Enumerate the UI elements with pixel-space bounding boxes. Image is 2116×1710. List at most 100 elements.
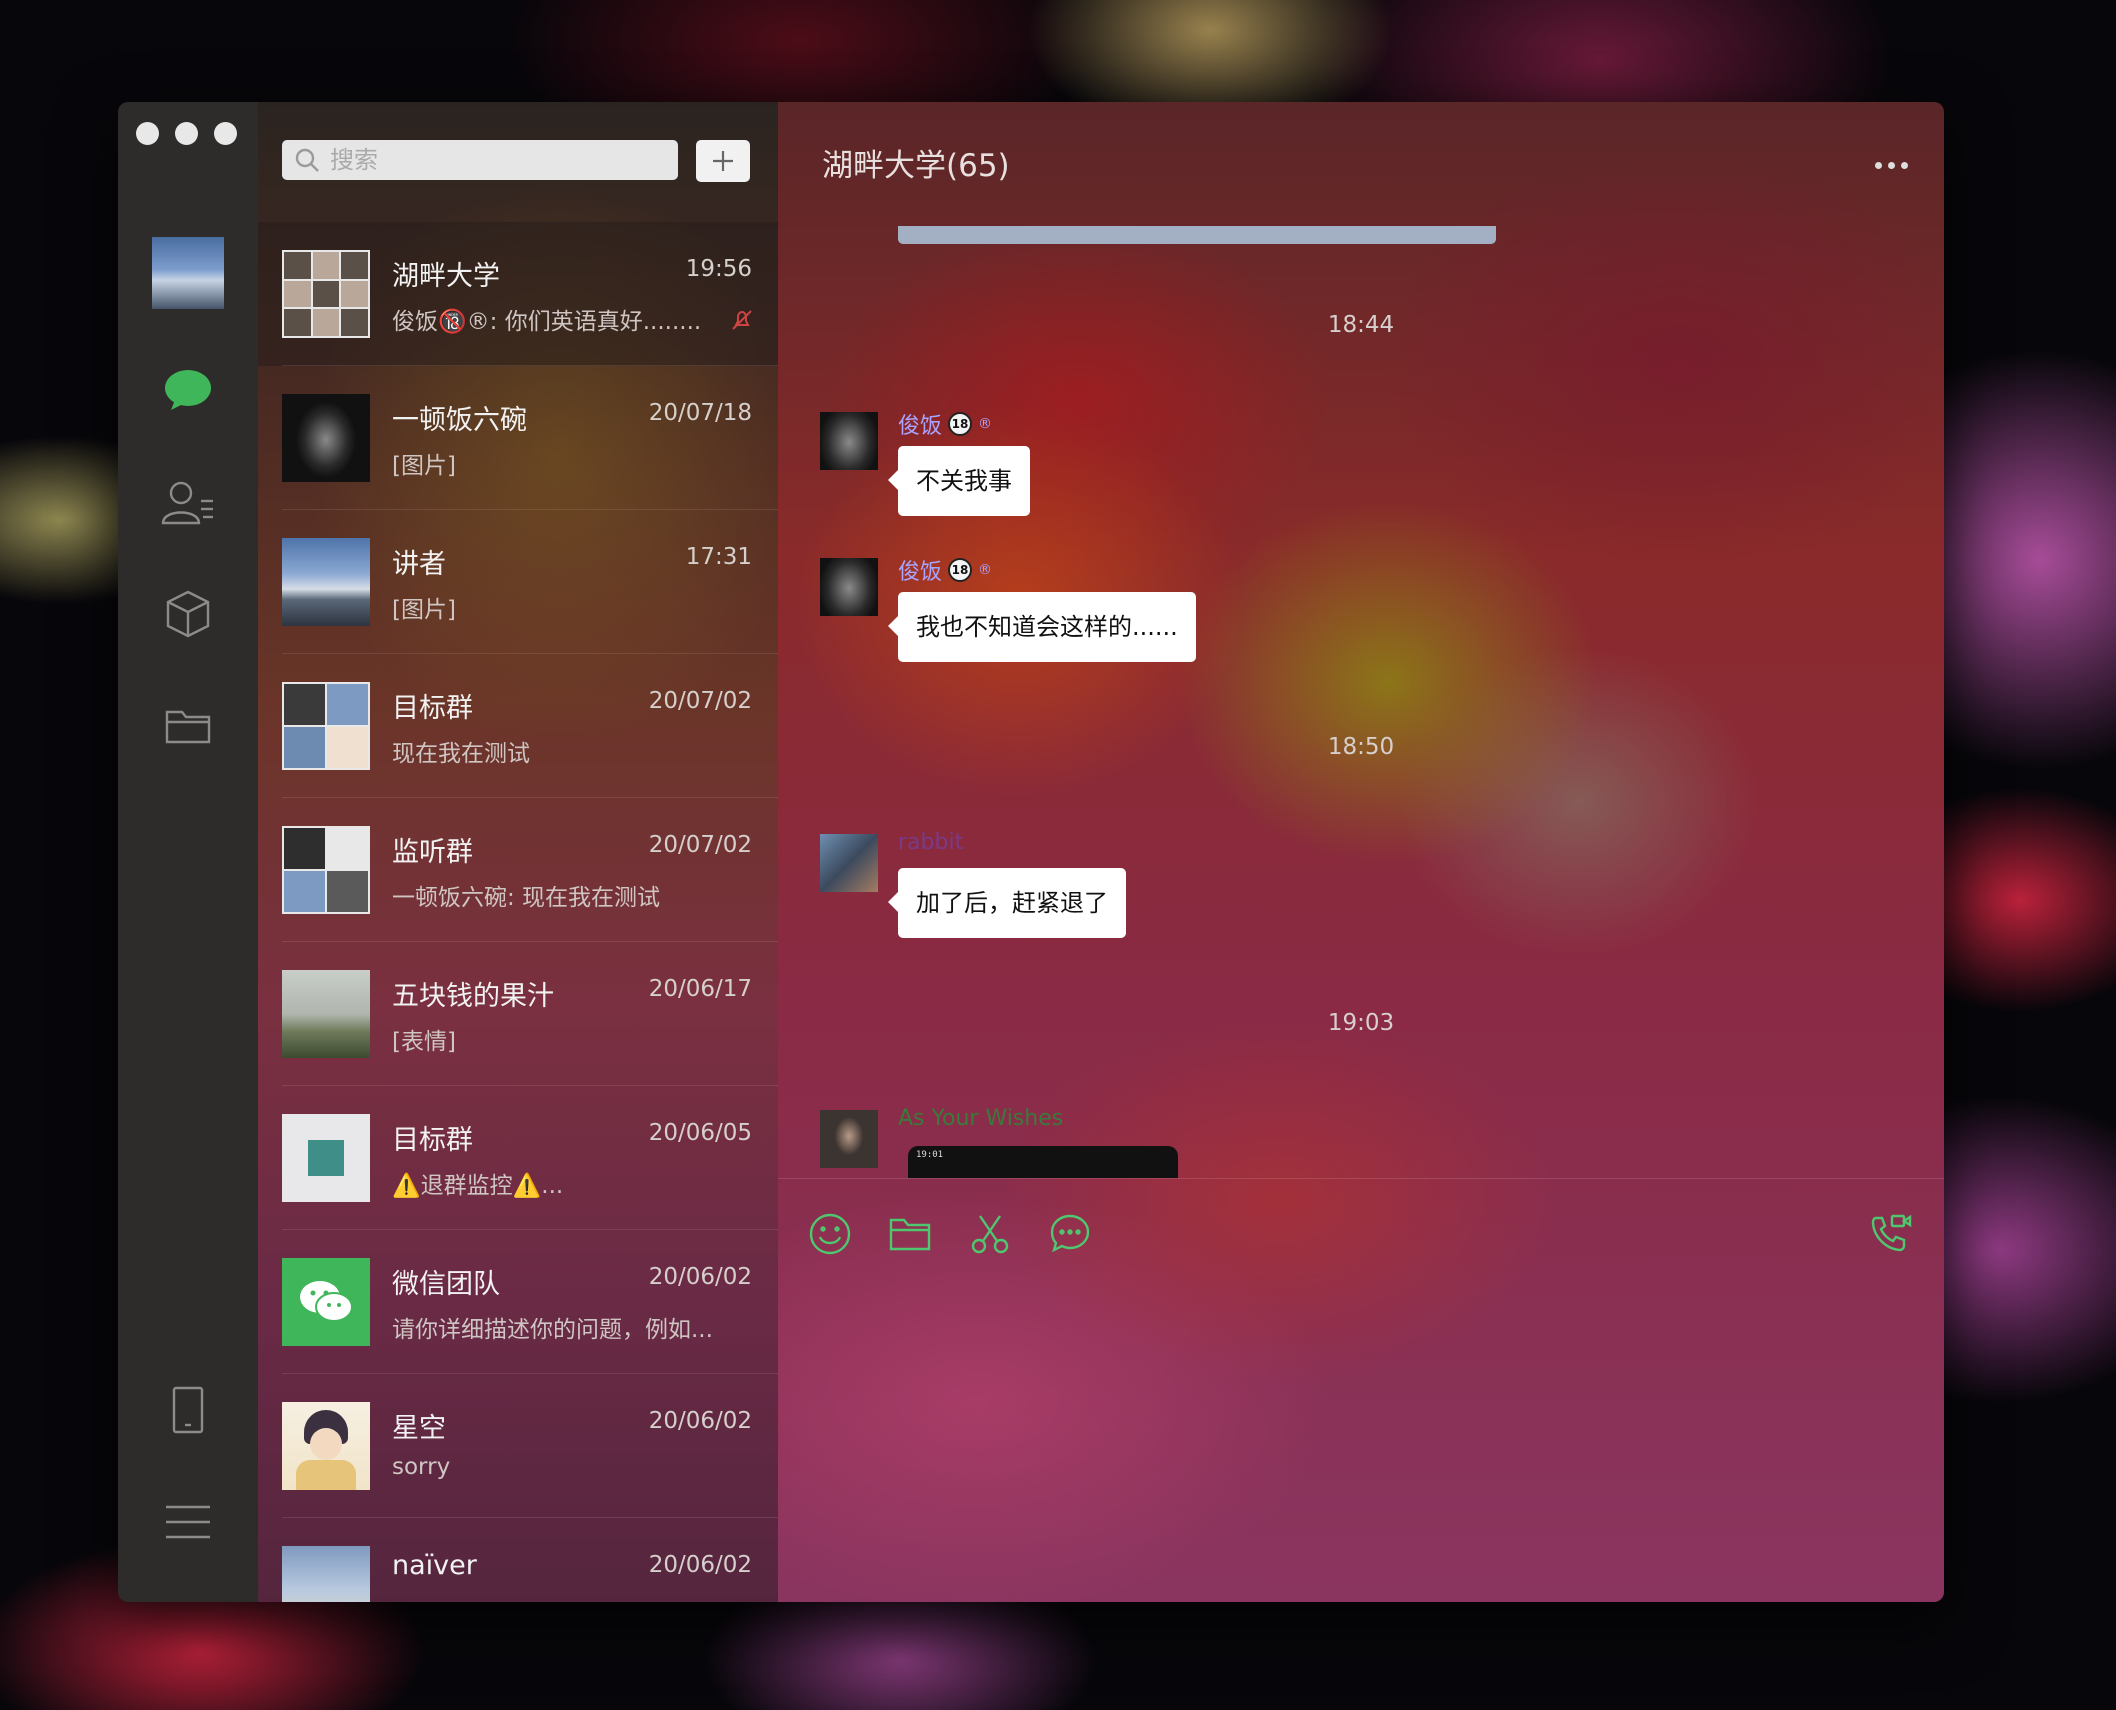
age-badge: 18 [948, 412, 973, 436]
nav-contacts[interactable] [118, 472, 258, 532]
call-button[interactable] [1868, 1212, 1912, 1256]
sender-name: rabbit [898, 830, 964, 855]
chat-item[interactable]: 星空 20/06/02 sorry [258, 1374, 778, 1518]
conversation-title: 湖畔大学(65) [822, 148, 1010, 184]
chat-time: 20/06/02 [648, 1408, 752, 1434]
chat-name: naïver [392, 1550, 477, 1581]
sender-avatar[interactable] [820, 1110, 878, 1168]
group-avatar [282, 682, 370, 770]
message-bubble[interactable]: 我也不知道会这样的...... [888, 592, 1196, 662]
nav-chats[interactable] [118, 360, 258, 420]
window-controls [136, 122, 237, 145]
chat-time: 20/07/02 [648, 832, 752, 858]
search-input[interactable] [328, 145, 652, 175]
chat-item[interactable]: 讲者 17:31 [图片] [258, 510, 778, 654]
search-icon [295, 148, 319, 172]
chat-item[interactable]: 一顿饭六碗 20/07/18 [图片] [258, 366, 778, 510]
chat-preview: [图片] [392, 453, 456, 479]
box-icon [166, 590, 210, 638]
chat-bubble-icon [1050, 1214, 1090, 1253]
contact-avatar [282, 970, 370, 1058]
registered-mark: ® [978, 416, 993, 432]
search-box[interactable] [282, 140, 678, 180]
chat-time: 20/06/02 [648, 1264, 752, 1290]
chat-time: 20/06/17 [648, 976, 752, 1002]
chat-item[interactable]: naïver 20/06/02 [258, 1518, 778, 1602]
minimize-window-button[interactable] [175, 122, 198, 145]
chat-name: 湖畔大学 [392, 261, 500, 292]
chat-time: 20/07/18 [648, 400, 752, 426]
timestamp: 18:50 [1327, 734, 1395, 760]
chat-name: 一顿饭六碗 [392, 405, 527, 436]
chat-time: 17:31 [685, 544, 752, 570]
nav-phone[interactable] [118, 1380, 258, 1440]
folder-icon [165, 710, 211, 744]
wechat-window: 湖畔大学 19:56 俊饭🔞®: 你们英语真好........ 一顿饭六碗 20… [118, 102, 1944, 1602]
contact-avatar [282, 538, 370, 626]
screenshot-button[interactable] [968, 1212, 1012, 1256]
sender-avatar[interactable] [820, 834, 878, 892]
chat-preview: 请你详细描述你的问题，例如... [392, 1317, 713, 1343]
chat-item[interactable]: 湖畔大学 19:56 俊饭🔞®: 你们英语真好........ [258, 222, 778, 366]
sender-avatar[interactable] [820, 558, 878, 616]
more-options-button[interactable] [1875, 162, 1908, 169]
chat-list: 湖畔大学 19:56 俊饭🔞®: 你们英语真好........ 一顿饭六碗 20… [258, 102, 778, 1602]
chat-preview: ⚠️退群监控⚠️... [392, 1173, 564, 1199]
chat-name: 监听群 [392, 837, 473, 868]
chat-time: 20/07/02 [648, 688, 752, 714]
age-badge: 18 [948, 558, 973, 582]
chat-time: 20/06/05 [648, 1120, 752, 1146]
add-button[interactable] [696, 140, 750, 182]
timestamp: 19:03 [1327, 1010, 1395, 1036]
chat-preview: [图片] [392, 597, 456, 623]
chat-name: 讲者 [392, 549, 446, 580]
compose-toolbar [778, 1202, 1944, 1262]
chat-history-button[interactable] [1048, 1212, 1092, 1256]
sidebar-nav [118, 102, 258, 1602]
chat-name: 目标群 [392, 693, 473, 724]
mute-icon [732, 310, 752, 330]
wechat-logo-icon [300, 1281, 353, 1322]
chat-time: 20/06/02 [648, 1552, 752, 1578]
chat-name: 微信团队 [392, 1269, 500, 1300]
sender-name: As Your Wishes [898, 1106, 1064, 1131]
chat-preview: sorry [392, 1454, 451, 1480]
emoji-button[interactable] [808, 1212, 852, 1256]
contact-avatar [282, 1402, 370, 1490]
nav-files[interactable] [118, 696, 258, 756]
send-file-button[interactable] [888, 1212, 932, 1256]
message-bubble[interactable]: 加了后，赶紧退了 [888, 868, 1126, 938]
sender-avatar[interactable] [820, 412, 878, 470]
chat-item[interactable]: 微信团队 20/06/02 请你详细描述你的问题，例如... [258, 1230, 778, 1374]
group-avatar [282, 250, 370, 338]
chat-time: 19:56 [685, 256, 752, 282]
chat-preview: 现在我在测试 [392, 741, 530, 767]
message-image-partial[interactable] [898, 226, 1496, 244]
chat-name: 星空 [392, 1413, 446, 1444]
chat-name: 五块钱的果汁 [392, 981, 554, 1012]
emoji-icon [809, 1213, 851, 1255]
message-input[interactable] [804, 1270, 1924, 1594]
chat-item[interactable]: 监听群 20/07/02 一顿饭六碗: 现在我在测试 [258, 798, 778, 942]
close-window-button[interactable] [136, 122, 159, 145]
nav-menu[interactable] [118, 1492, 258, 1552]
chat-preview: [表情] [392, 1029, 456, 1055]
my-avatar[interactable] [152, 237, 224, 309]
folder-icon [889, 1218, 931, 1251]
chat-item[interactable]: 五块钱的果汁 20/06/17 [表情] [258, 942, 778, 1086]
chat-preview: 一顿饭六碗: 现在我在测试 [392, 885, 661, 911]
phone-icon [172, 1386, 204, 1434]
message-image[interactable]: 19:01 [908, 1146, 1178, 1178]
nav-collections[interactable] [118, 584, 258, 644]
group-avatar [282, 826, 370, 914]
chat-icon [165, 370, 211, 410]
timestamp: 18:44 [1327, 312, 1395, 338]
chat-item[interactable]: 目标群 20/06/05 ⚠️退群监控⚠️... [258, 1086, 778, 1230]
plus-icon [713, 151, 733, 171]
conversation-panel: 湖畔大学(65) 18:44 俊饭 18 ® 不关我事 俊饭 18 ® 我也不知… [778, 102, 1944, 1602]
scissors-icon [971, 1215, 1009, 1254]
message-bubble[interactable]: 不关我事 [888, 446, 1030, 516]
chat-item[interactable]: 目标群 20/07/02 现在我在测试 [258, 654, 778, 798]
zoom-window-button[interactable] [214, 122, 237, 145]
contact-avatar [282, 394, 370, 482]
